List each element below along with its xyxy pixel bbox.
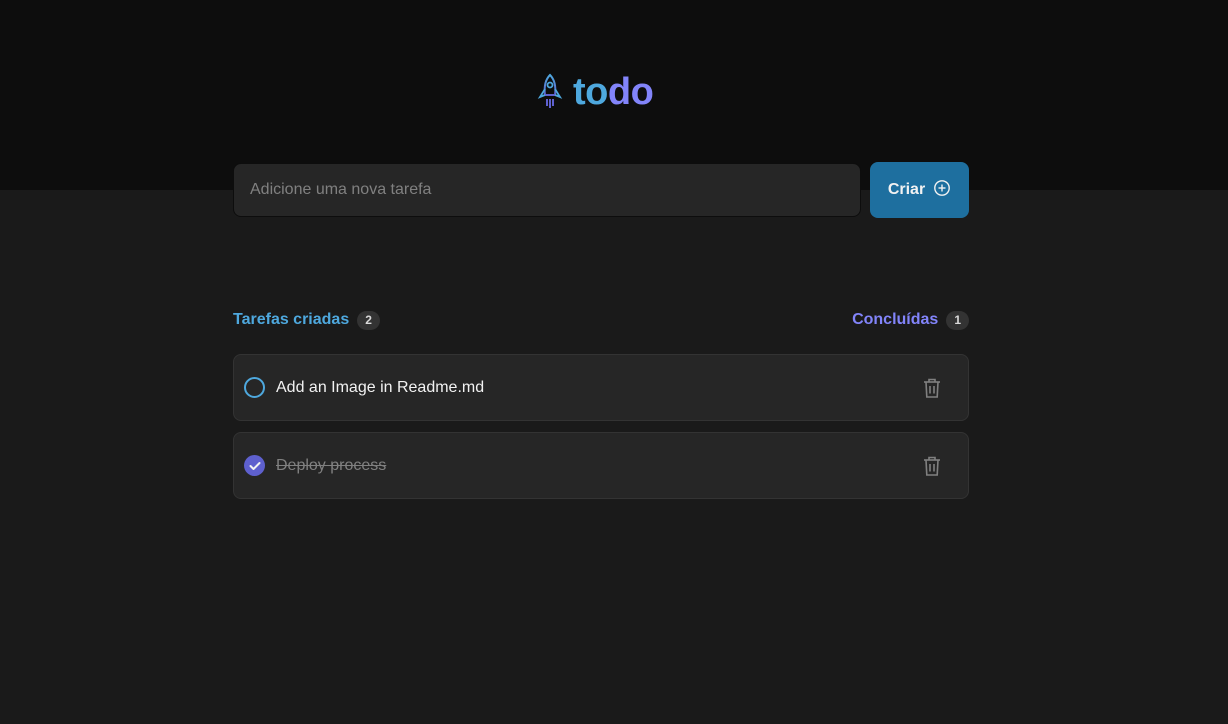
done-counter: Concluídas 1 <box>852 310 969 330</box>
app-title: todo <box>573 70 654 114</box>
create-button[interactable]: Criar <box>870 162 969 218</box>
create-button-label: Criar <box>887 181 926 198</box>
task-item: Deploy process <box>233 432 969 499</box>
rocket-icon <box>537 73 563 111</box>
app-logo: todo <box>537 70 654 114</box>
trash-icon[interactable] <box>920 376 944 400</box>
new-task-form: Criar <box>233 162 969 218</box>
task-text: Deploy process <box>276 456 387 474</box>
plus-circle-icon <box>933 179 951 202</box>
created-label: Tarefas criadas <box>233 311 350 328</box>
task-text: Add an Image in Readme.md <box>276 378 485 396</box>
task-list: Add an Image in Readme.md Deploy process <box>233 354 969 499</box>
app-title-do: do <box>607 71 654 113</box>
checkmark-icon <box>249 461 260 470</box>
new-task-input[interactable] <box>233 163 861 217</box>
created-count-badge: 2 <box>357 310 380 330</box>
trash-icon[interactable] <box>920 454 944 478</box>
task-checkbox[interactable] <box>244 377 265 398</box>
task-counters: Tarefas criadas 2 Concluídas 1 <box>233 309 969 331</box>
done-label: Concluídas <box>852 311 939 328</box>
created-counter: Tarefas criadas 2 <box>233 310 380 330</box>
task-item: Add an Image in Readme.md <box>233 354 969 421</box>
done-count-badge: 1 <box>946 310 969 330</box>
app-title-to: to <box>573 71 608 113</box>
task-checkbox-checked[interactable] <box>244 455 265 476</box>
